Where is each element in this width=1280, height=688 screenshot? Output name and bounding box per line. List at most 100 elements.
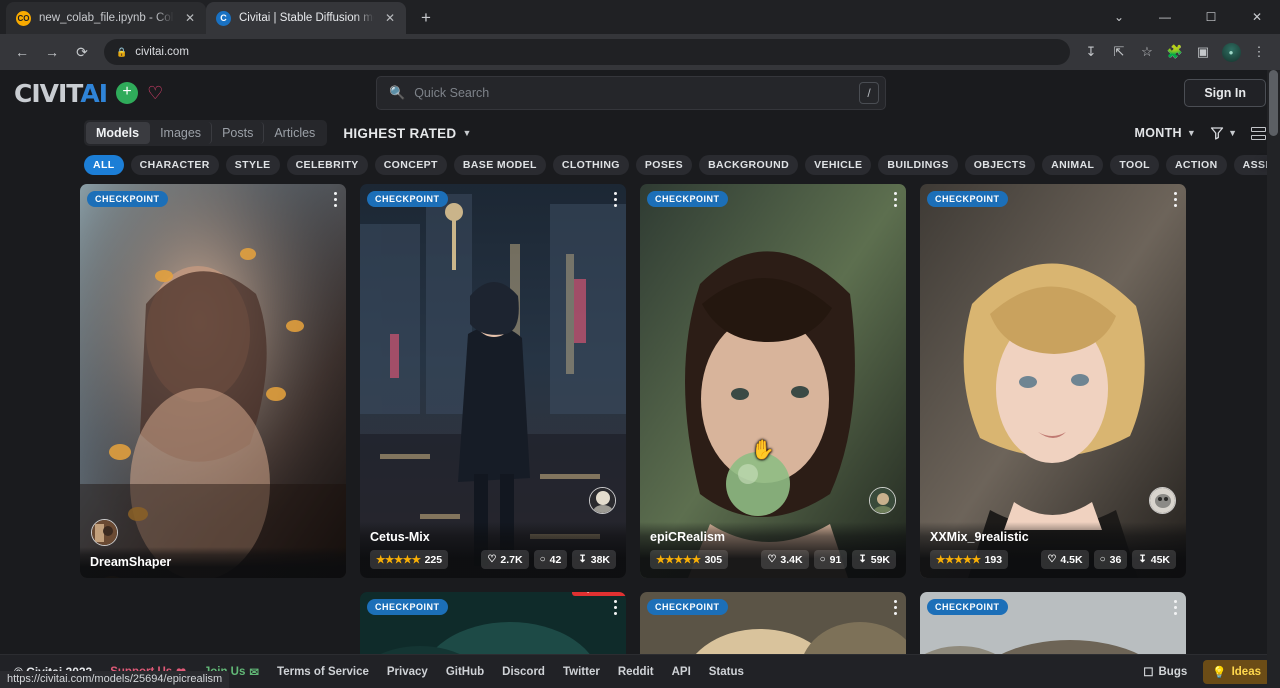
model-card[interactable]: CHECKPOINT XXMix_9realistic ★★★★★ 193 ♡ … — [920, 184, 1186, 578]
chip-background[interactable]: BACKGROUND — [699, 155, 798, 175]
sort-dropdown[interactable]: HIGHEST RATED ▼ — [343, 126, 471, 141]
likes-stat: ♡ 4.5K — [1041, 550, 1088, 569]
card-menu-icon[interactable] — [1174, 600, 1177, 615]
footer-link-github[interactable]: GitHub — [446, 666, 484, 678]
model-title: DreamShaper — [90, 555, 336, 569]
chip-concept[interactable]: CONCEPT — [375, 155, 447, 175]
comments-stat: ○ 42 — [534, 550, 568, 569]
footer-link-reddit[interactable]: Reddit — [618, 666, 654, 678]
avatar[interactable] — [1149, 487, 1176, 514]
updated-badge: Updated — [572, 592, 626, 596]
reload-icon[interactable]: ⟳ — [68, 38, 96, 66]
chip-tool[interactable]: TOOL — [1110, 155, 1159, 175]
card-menu-icon[interactable] — [894, 600, 897, 615]
new-tab-button[interactable]: + — [412, 4, 440, 32]
browser-chrome: CO new_colab_file.ipynb - Colaborat ✕ C … — [0, 0, 1280, 70]
footer-link-terms-of-service[interactable]: Terms of Service — [277, 666, 369, 678]
share-icon[interactable]: ⇱ — [1106, 39, 1132, 65]
profile-avatar[interactable]: ● — [1218, 39, 1244, 65]
star-icon: ★★★★★ — [656, 554, 701, 566]
footer-link-status[interactable]: Status — [709, 666, 744, 678]
chip-vehicle[interactable]: VEHICLE — [805, 155, 871, 175]
footer-link-api[interactable]: API — [672, 666, 691, 678]
chip-style[interactable]: STYLE — [226, 155, 280, 175]
chip-all[interactable]: ALL — [84, 155, 124, 175]
likes-stat: ♡ 2.7K — [481, 550, 528, 569]
rating-stat: ★★★★★ 193 — [930, 550, 1008, 569]
scrollbar-thumb[interactable] — [1269, 70, 1278, 136]
comment-icon: ○ — [820, 555, 826, 565]
tab-models[interactable]: Models — [86, 122, 150, 144]
card-menu-icon[interactable] — [1174, 192, 1177, 207]
model-type-badge: CHECKPOINT — [927, 599, 1008, 615]
sign-in-button[interactable]: Sign In — [1184, 79, 1266, 107]
filter-button[interactable]: ▼ — [1210, 126, 1237, 140]
kebab-menu-icon[interactable]: ⋮ — [1246, 39, 1272, 65]
tab-images[interactable]: Images — [150, 122, 212, 144]
minimize-icon[interactable]: — — [1142, 0, 1188, 34]
extensions-puzzle-icon[interactable]: 🧩 — [1162, 39, 1188, 65]
chip-character[interactable]: CHARACTER — [131, 155, 219, 175]
footer-link-twitter[interactable]: Twitter — [563, 666, 600, 678]
create-button[interactable]: + — [116, 82, 138, 104]
close-window-icon[interactable]: ✕ — [1234, 0, 1280, 34]
window-controls: ⌄ — ☐ ✕ — [1096, 0, 1280, 34]
card-footer: Cetus-Mix ★★★★★ 225 ♡ 2.7K ○ 42 — [360, 522, 626, 578]
card-menu-icon[interactable] — [334, 192, 337, 207]
site-logo[interactable]: CIVITAI + ♡ — [14, 79, 163, 108]
avatar[interactable] — [589, 487, 616, 514]
chip-objects[interactable]: OBJECTS — [965, 155, 1035, 175]
chip-buildings[interactable]: BUILDINGS — [878, 155, 957, 175]
page-content: CIVITAI + ♡ 🔍 / Sign In Models Images Po… — [0, 70, 1280, 688]
browser-tab-colab[interactable]: CO new_colab_file.ipynb - Colaborat ✕ — [6, 2, 206, 34]
model-type-badge: CHECKPOINT — [367, 191, 448, 207]
model-type-badge: CHECKPOINT — [647, 191, 728, 207]
rating-count: 193 — [985, 554, 1003, 566]
downloads-count: 59K — [871, 554, 890, 566]
side-panel-icon[interactable]: ▣ — [1190, 39, 1216, 65]
chip-clothing[interactable]: CLOTHING — [553, 155, 629, 175]
card-menu-icon[interactable] — [614, 600, 617, 615]
address-bar[interactable]: 🔒 civitai.com — [104, 39, 1070, 65]
chevron-down-icon[interactable]: ⌄ — [1096, 0, 1142, 34]
browser-tab-civitai[interactable]: C Civitai | Stable Diffusion models, ✕ — [206, 2, 406, 34]
chip-animal[interactable]: ANIMAL — [1042, 155, 1103, 175]
avatar[interactable] — [869, 487, 896, 514]
bugs-button[interactable]: ☐Bugs — [1135, 661, 1195, 683]
chip-poses[interactable]: POSES — [636, 155, 692, 175]
card-menu-icon[interactable] — [894, 192, 897, 207]
model-card[interactable]: CHECKPOINT Cetus-Mix ★★★★★ 225 ♡ 2.7K — [360, 184, 626, 578]
bookmark-star-icon[interactable]: ☆ — [1134, 39, 1160, 65]
search-bar[interactable]: 🔍 / — [376, 76, 886, 110]
chip-base-model[interactable]: BASE MODEL — [454, 155, 546, 175]
chip-celebrity[interactable]: CELEBRITY — [287, 155, 368, 175]
close-icon[interactable]: ✕ — [382, 10, 398, 26]
download-icon: ↧ — [1138, 555, 1146, 565]
footer-right-buttons: ☐Bugs 💡Ideas — [1135, 660, 1270, 684]
tab-posts[interactable]: Posts — [212, 122, 264, 144]
forward-icon[interactable]: → — [38, 38, 66, 66]
browser-toolbar: ← → ⟳ 🔒 civitai.com ↧ ⇱ ☆ 🧩 ▣ ● ⋮ — [0, 34, 1280, 70]
footer-link-discord[interactable]: Discord — [502, 666, 545, 678]
model-type-badge: CHECKPOINT — [647, 599, 728, 615]
nav-right-controls: MONTH ▼ ▼ — [1135, 126, 1266, 140]
ideas-button[interactable]: 💡Ideas — [1203, 660, 1270, 684]
chip-action[interactable]: ACTION — [1166, 155, 1227, 175]
close-icon[interactable]: ✕ — [182, 10, 198, 26]
page-scrollbar[interactable] — [1267, 70, 1280, 688]
period-dropdown[interactable]: MONTH ▼ — [1135, 126, 1197, 140]
nav-row: Models Images Posts Articles HIGHEST RAT… — [0, 116, 1280, 150]
heart-icon[interactable]: ♡ — [147, 84, 163, 102]
layout-toggle-icon[interactable] — [1251, 127, 1266, 140]
tab-articles[interactable]: Articles — [264, 122, 325, 144]
maximize-icon[interactable]: ☐ — [1188, 0, 1234, 34]
card-menu-icon[interactable] — [614, 192, 617, 207]
avatar[interactable] — [91, 519, 118, 546]
search-input[interactable] — [414, 86, 859, 100]
install-icon[interactable]: ↧ — [1078, 39, 1104, 65]
model-title: XXMix_9realistic — [930, 530, 1176, 544]
model-card[interactable]: CHECKPOINT DreamShaper — [80, 184, 346, 578]
back-icon[interactable]: ← — [8, 38, 36, 66]
footer-link-privacy[interactable]: Privacy — [387, 666, 428, 678]
model-card[interactable]: CHECKPOINT epiCRealism ★★★★★ 305 ♡ 3.4K — [640, 184, 906, 578]
